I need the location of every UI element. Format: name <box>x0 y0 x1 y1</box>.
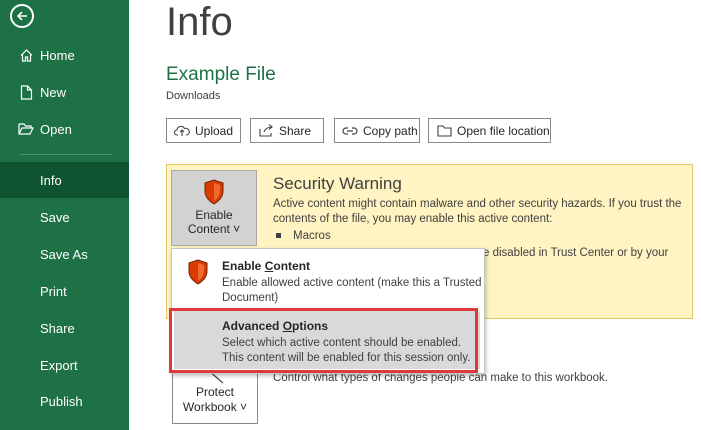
folder-open-icon <box>18 121 34 137</box>
nav-print-label: Print <box>40 283 67 299</box>
security-warning-title: Security Warning <box>273 174 402 193</box>
protect-workbook-label-line1: Protect <box>195 385 234 399</box>
open-file-location-label: Open file location <box>457 123 550 138</box>
title-part: ontent <box>273 259 311 273</box>
enable-content-dropdown: Enable Content Enable allowed active con… <box>171 248 485 374</box>
nav-open[interactable]: Open <box>0 111 129 147</box>
back-button[interactable] <box>10 4 34 28</box>
nav-home[interactable]: Home <box>0 37 129 73</box>
upload-button[interactable]: Upload <box>166 118 241 143</box>
nav-save[interactable]: Save <box>0 199 129 235</box>
shield-icon <box>188 259 208 285</box>
cloud-upload-icon <box>174 124 190 138</box>
title-accelerator: O <box>282 319 293 333</box>
protect-workbook-label-line2: Workbook ˅ <box>182 400 248 414</box>
shield-icon <box>204 179 224 205</box>
file-name: Example File <box>166 64 276 85</box>
menu-item-advanced-options[interactable]: Advanced Options Select which active con… <box>174 311 480 369</box>
title-part: ptions <box>292 319 329 333</box>
macros-label: Macros <box>293 230 331 242</box>
share-button[interactable]: Share <box>250 118 324 143</box>
nav-export[interactable]: Export <box>0 347 129 383</box>
nav-export-label: Export <box>40 357 78 373</box>
enable-content-button[interactable]: Enable Content ˅ <box>171 170 257 246</box>
copy-path-button[interactable]: Copy path <box>334 118 420 143</box>
nav-share[interactable]: Share <box>0 310 129 346</box>
nav-new-label: New <box>40 84 67 100</box>
page-title: Info <box>166 0 233 44</box>
nav-open-label: Open <box>40 121 72 137</box>
nav-info[interactable]: Info <box>0 162 129 198</box>
upload-label: Upload <box>195 123 234 138</box>
bullet-icon <box>276 233 281 239</box>
nav-new[interactable]: New <box>0 74 129 110</box>
back-arrow-icon <box>16 11 27 21</box>
nav-info-label: Info <box>40 172 62 188</box>
enable-content-label-line2: Content ˅ <box>187 222 241 236</box>
nav-publish[interactable]: Publish <box>0 383 129 419</box>
enable-content-label-line1: Enable <box>195 208 233 222</box>
macros-bullet: Macros <box>276 230 331 242</box>
title-part: Enable <box>222 259 265 273</box>
enable-content-title: Enable Content <box>222 259 310 273</box>
nav-share-label: Share <box>40 320 75 336</box>
security-warning-description: Active content might contain malware and… <box>273 198 682 225</box>
nav-home-label: Home <box>40 47 75 63</box>
menu-item-enable-content[interactable]: Enable Content Enable allowed active con… <box>172 249 484 309</box>
open-file-location-button[interactable]: Open file location <box>428 118 551 143</box>
nav-save-as-label: Save As <box>40 246 88 262</box>
home-icon <box>18 47 34 63</box>
new-document-icon <box>18 84 34 100</box>
folder-icon <box>436 124 452 138</box>
link-icon <box>342 124 358 138</box>
advanced-options-description: Select which active content should be en… <box>222 337 471 364</box>
security-warning-more-text: e disabled in Trust Center or by your <box>483 247 669 259</box>
share-icon <box>258 124 274 138</box>
nav-save-as[interactable]: Save As <box>0 236 129 272</box>
nav-save-label: Save <box>40 209 70 225</box>
file-location: Downloads <box>166 90 221 102</box>
enable-content-description: Enable allowed active content (make this… <box>222 277 482 304</box>
sidebar-divider <box>20 154 112 155</box>
share-label: Share <box>279 123 312 138</box>
nav-print[interactable]: Print <box>0 273 129 309</box>
copy-path-label: Copy path <box>363 123 418 138</box>
advanced-options-title: Advanced Options <box>222 319 328 333</box>
nav-publish-label: Publish <box>40 393 83 409</box>
title-part: Advanced <box>222 319 283 333</box>
backstage-sidebar: Home New Open Info Save Save As Print Sh… <box>0 0 129 430</box>
